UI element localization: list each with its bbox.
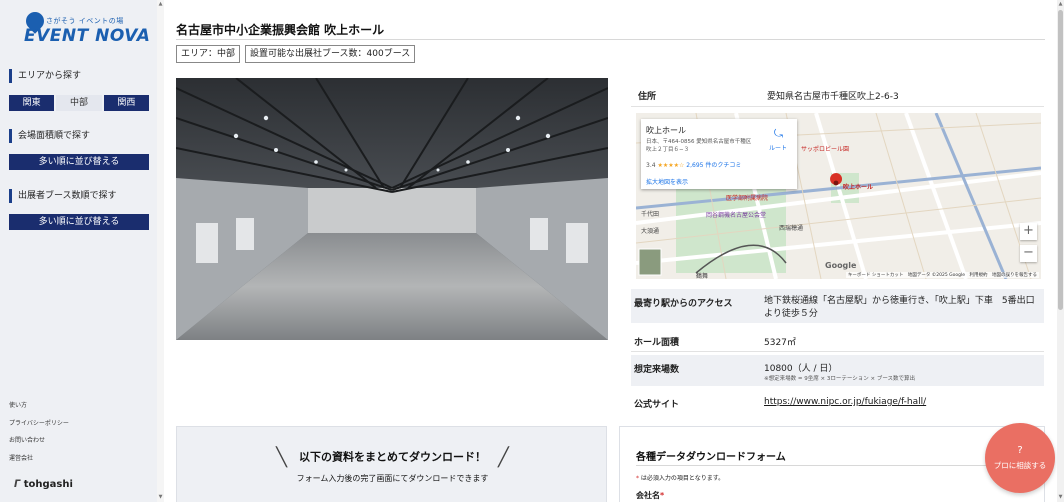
footer-link-contact[interactable]: お問い合わせ — [9, 435, 45, 444]
company-logo[interactable]: ᒥ tohgashi — [14, 479, 73, 490]
page-scrollbar[interactable]: ▲ ▼ — [1057, 0, 1064, 502]
map-label: 大須通 — [641, 228, 660, 235]
review-count-link[interactable]: 2,695 件のクチコミ — [686, 162, 741, 169]
visitors-note: ※想定来場数 = 9坐席 × 3ローテーション × ブース数で算出 — [764, 376, 916, 382]
booth-section-title: 出展者ブース数順で探す — [9, 189, 117, 203]
main-content: 名古屋市中小企業振興会館 吹上ホール エリア：中部 設置可能な出展社ブース数：4… — [157, 0, 1056, 502]
company-name-label-text: 会社名 — [636, 491, 660, 500]
map-label: サッポロビール園 — [801, 146, 850, 153]
booth-count-tag: 設置可能な出展社ブース数：400ブース — [245, 45, 416, 63]
download-subtext: フォーム入力後の完了画面にてダウンロードできます — [296, 474, 489, 483]
company-name-label: 会社名* — [636, 490, 664, 501]
sidebar: さがそう イベントの場 EVENT NOVA エリアから探す 関東 中部 関西 … — [0, 0, 157, 502]
directions-icon[interactable]: ⤿ — [774, 127, 783, 141]
scroll-down-arrow-icon[interactable]: ▼ — [1057, 494, 1064, 500]
region-chubu-button[interactable]: 中部 — [56, 95, 102, 111]
download-heading: 以下の資料をまとめてダウンロード！ — [299, 450, 486, 464]
rating-stars-icon: ★★★★☆ — [657, 162, 685, 169]
footer-link-howto[interactable]: 使い方 — [9, 400, 27, 409]
region-kansai-button[interactable]: 関西 — [103, 95, 149, 111]
area-size-section-title: 会場面積順で探す — [9, 129, 90, 143]
sort-by-booth-button[interactable]: 多い順に並び替える — [9, 214, 149, 230]
logo-subtitle: さがそう イベントの場 — [46, 17, 124, 25]
rating-value: 3.4 — [646, 162, 656, 169]
area-tag: エリア：中部 — [176, 45, 241, 63]
region-buttons: 関東 中部 関西 — [9, 95, 149, 111]
site-label: 公式サイト — [634, 400, 680, 410]
company-name: tohgashi — [23, 479, 73, 490]
map-footer[interactable]: キーボード ショートカット 地図データ ©2025 Google 利用規約 地図… — [845, 272, 1039, 278]
slash-right-icon: ╱ — [498, 447, 509, 468]
logo-brand: EVENT NOVA — [24, 26, 151, 46]
required-mark: * — [660, 491, 665, 500]
download-form: 各種データダウンロードフォーム * は必須入力の項目となります。 会社名* — [619, 426, 1045, 502]
google-logo: Google — [825, 261, 857, 270]
scroll-up-arrow-icon[interactable]: ▲ — [1057, 1, 1064, 7]
map-label: 医学部附属病院 — [726, 195, 769, 202]
map-label: 西瑞穂通 — [779, 225, 804, 232]
venue-title: 名古屋市中小企業振興会館 吹上ホール — [176, 23, 385, 37]
hall-area-label: ホール面積 — [634, 338, 680, 348]
help-circle-icon: ? — [1017, 445, 1023, 456]
access-label: 最寄り駅からのアクセス — [634, 299, 733, 309]
map-place-card: 吹上ホール 日本、〒464-0856 愛知県名古屋市千種区吹上２丁目６−３ 3.… — [641, 119, 797, 189]
map-pin-label: 吹上ホール — [843, 184, 874, 191]
hall-area-value: 5327㎡ — [764, 338, 796, 348]
sort-by-area-button[interactable]: 多い順に並び替える — [9, 154, 149, 170]
zoom-in-button[interactable]: + — [1020, 223, 1037, 240]
address-value: 愛知県名古屋市千種区吹上2-6-3 — [767, 92, 899, 102]
place-address: 日本、〒464-0856 愛知県名古屋市千種区吹上２丁目６−３ — [646, 139, 752, 153]
address-label: 住所 — [638, 92, 657, 102]
access-value: 地下鉄桜通線「名古屋駅」から徳重行き、「吹上駅」下車 5番出口より徒歩５分 — [764, 296, 1035, 319]
visitors-value: 10800（人 / 日） — [764, 364, 838, 374]
map-label: 千代田 — [641, 211, 660, 218]
consult-label: プロに相談する — [993, 461, 1047, 470]
region-kanto-button[interactable]: 関東 — [9, 95, 55, 111]
title-divider — [176, 39, 1045, 40]
form-divider — [636, 465, 1030, 466]
logo[interactable]: さがそう イベントの場 EVENT NOVA — [22, 8, 150, 48]
map-label: 岡谷鋼機名古屋公会堂 — [706, 212, 767, 219]
place-name: 吹上ホール — [646, 126, 686, 135]
directions-link[interactable]: ルート — [769, 143, 787, 152]
place-rating: 3.4 ★★★★☆ 2,695 件のクチコミ — [646, 160, 741, 169]
footer-link-privacy[interactable]: プライバシーポリシー — [9, 418, 69, 427]
download-heading-wrap: ╲ 以下の資料をまとめてダウンロード！ ╱ — [177, 447, 608, 468]
venue-photo — [176, 78, 608, 340]
tohgashi-mark-icon: ᒥ — [14, 479, 24, 490]
consult-pro-button[interactable]: ? プロに相談する — [985, 423, 1055, 493]
google-map[interactable]: 吹上ホール 千代田 西瑞穂通 医学部附属病院 岡谷鋼機名古屋公会堂 大須通 鶴舞… — [636, 113, 1041, 279]
form-title: 各種データダウンロードフォーム — [636, 452, 786, 463]
required-note: * は必須入力の項目となります。 — [636, 473, 724, 482]
map-label: 鶴舞 — [696, 273, 709, 279]
footer-link-company[interactable]: 運営会社 — [9, 453, 33, 462]
scroll-thumb[interactable] — [1058, 10, 1063, 310]
hall-interior-image — [176, 78, 608, 340]
area-section-title: エリアから探す — [9, 69, 81, 83]
visitors-label: 想定来場数 — [634, 365, 680, 375]
required-mark: * — [636, 475, 639, 482]
slash-left-icon: ╲ — [276, 447, 287, 468]
enlarge-map-link[interactable]: 拡大地図を表示 — [646, 177, 688, 186]
row-divider — [631, 351, 1044, 352]
zoom-out-button[interactable]: − — [1020, 245, 1037, 262]
row-divider — [631, 106, 1044, 107]
official-site-link[interactable]: https://www.nipc.or.jp/fukiage/f-hall/ — [764, 397, 926, 407]
required-note-text: は必須入力の項目となります。 — [640, 475, 725, 482]
download-box: ╲ 以下の資料をまとめてダウンロード！ ╱ フォーム入力後の完了画面にてダウンロード… — [176, 426, 607, 502]
